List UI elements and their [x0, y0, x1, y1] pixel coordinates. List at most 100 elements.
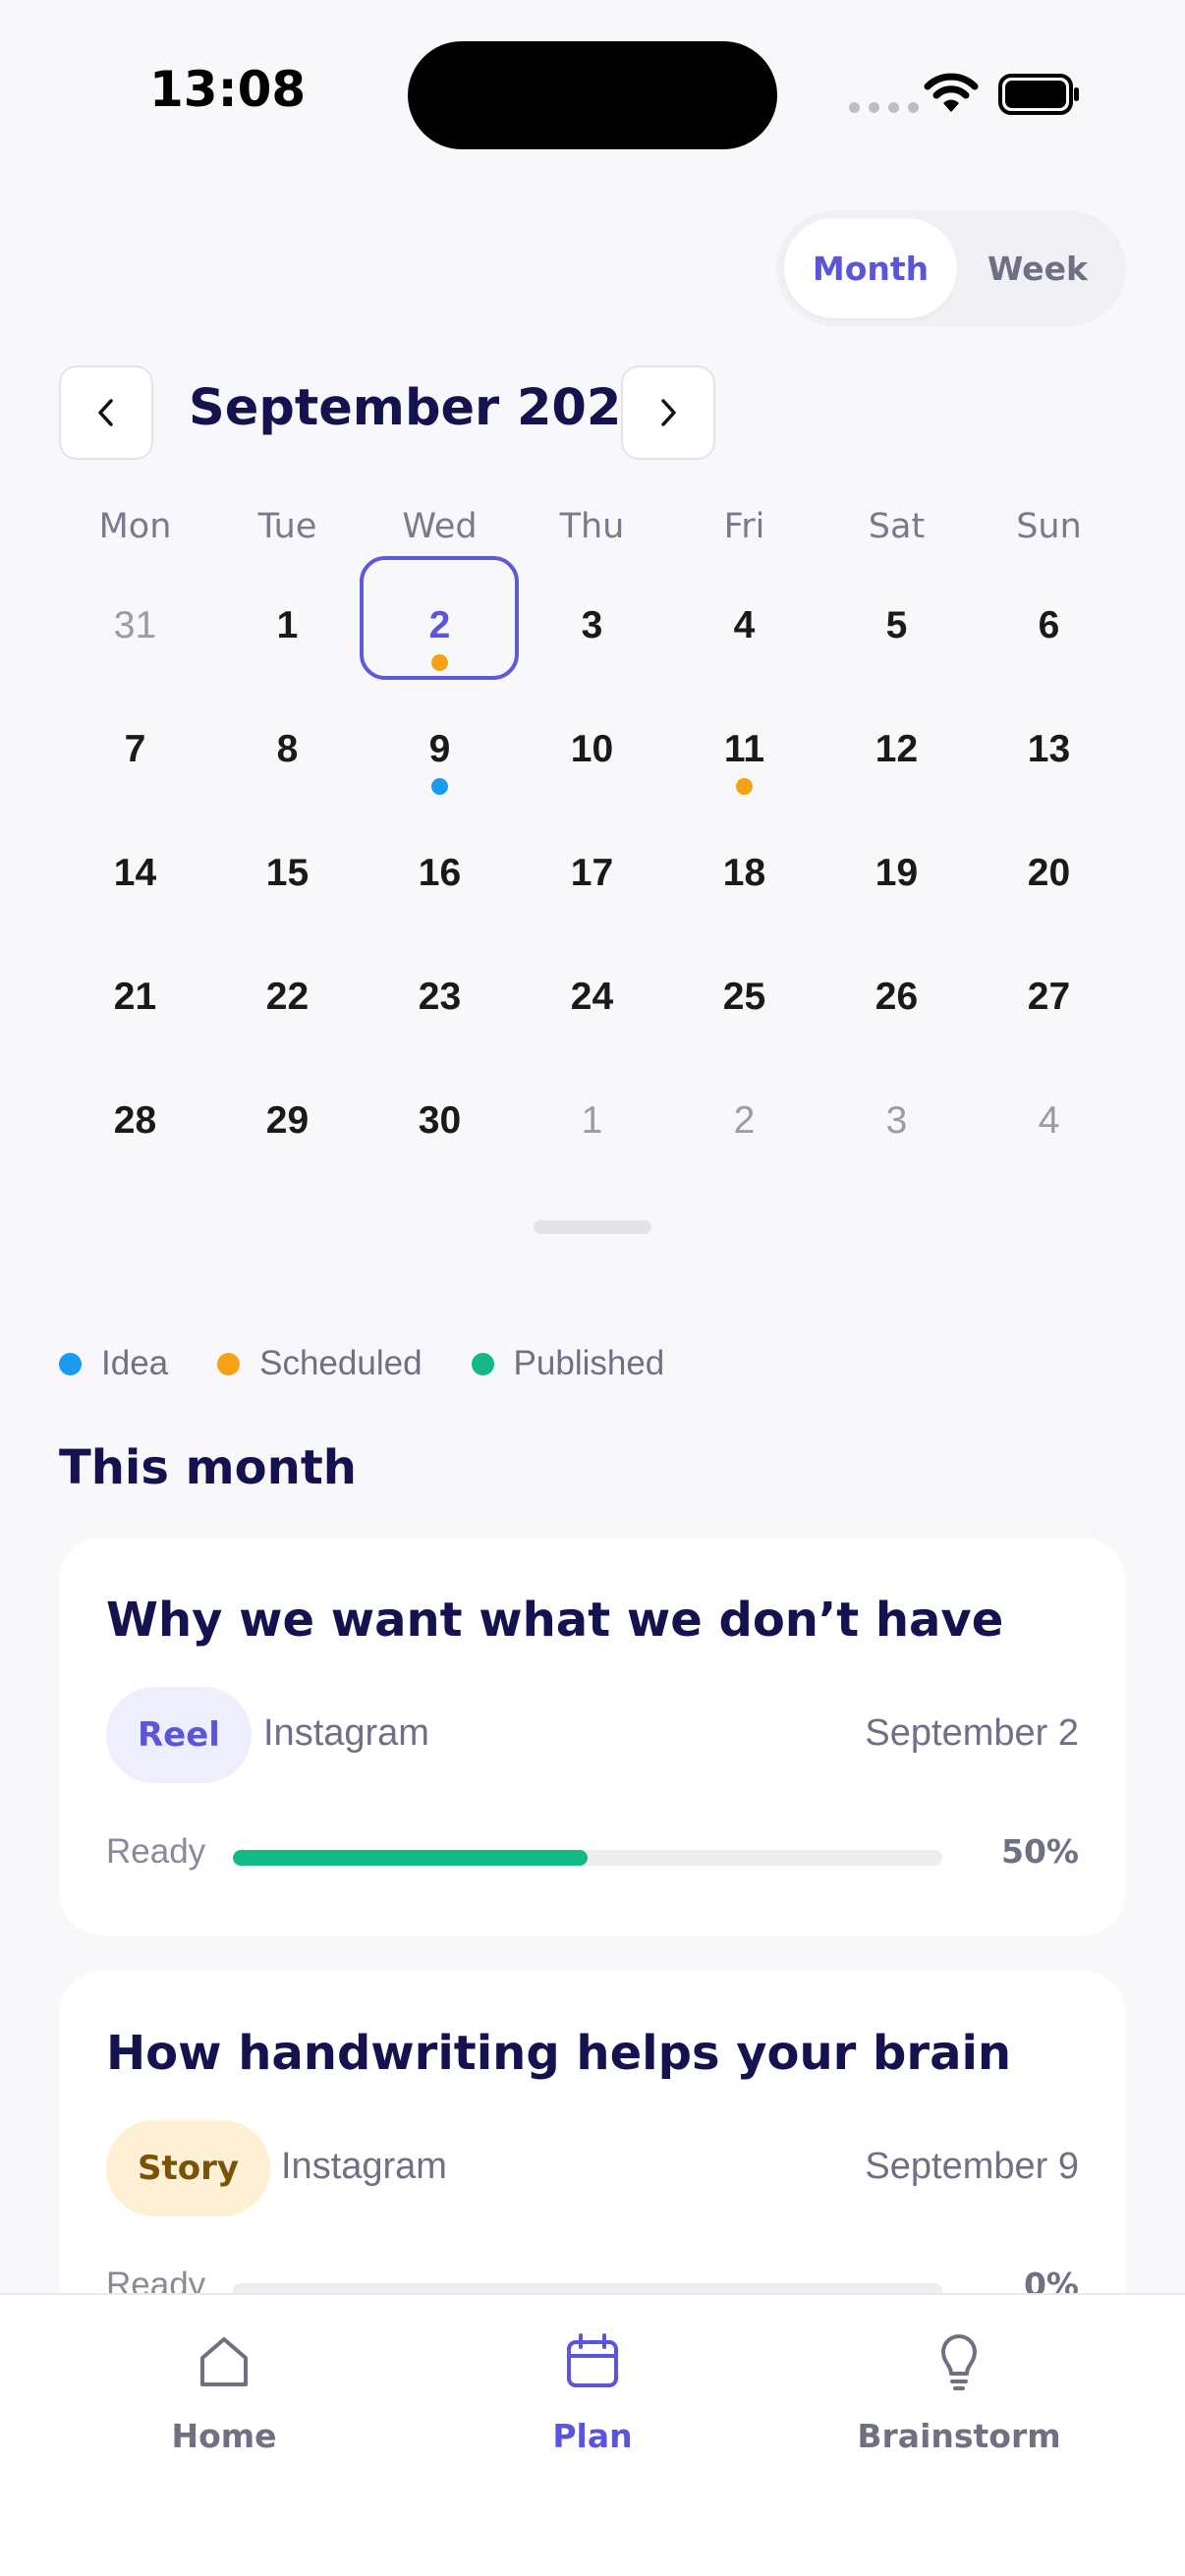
day-number: 17 — [570, 852, 614, 894]
format-tag: Story — [106, 2120, 271, 2216]
calendar-day[interactable]: 26 — [820, 941, 973, 1065]
calendar-day[interactable]: 23 — [364, 941, 516, 1065]
tab-label: Home — [171, 2417, 277, 2455]
weekday-label: Thu — [559, 507, 625, 546]
drag-handle[interactable] — [534, 1220, 651, 1234]
day-number: 9 — [428, 728, 451, 770]
calendar-day[interactable]: 3 — [820, 1065, 973, 1189]
legend-item-published: Published — [471, 1344, 665, 1383]
weekday-label: Fri — [723, 507, 765, 546]
calendar-day[interactable]: 8 — [211, 694, 364, 817]
calendar-day[interactable]: 12 — [820, 694, 973, 817]
calendar-day[interactable]: 28 — [59, 1065, 211, 1189]
chevron-right-icon — [661, 399, 676, 426]
calendar-day[interactable]: 1 — [516, 1065, 668, 1189]
calendar-day[interactable]: 10 — [516, 694, 668, 817]
calendar-day[interactable]: 19 — [820, 817, 973, 941]
calendar-day[interactable]: 2 — [668, 1065, 820, 1189]
day-number: 22 — [265, 976, 310, 1018]
post-platform: Instagram — [263, 1712, 429, 1754]
legend-item-scheduled: Scheduled — [217, 1344, 423, 1383]
weekday-label: Sun — [1016, 507, 1082, 546]
day-number: 23 — [418, 976, 462, 1018]
view-toggle: Month Week — [776, 210, 1126, 326]
status-bar: 13:08 — [0, 0, 1185, 187]
weekday-label: Sat — [868, 507, 926, 546]
tab-label: Brainstorm — [857, 2417, 1061, 2455]
calendar-day[interactable]: 25 — [668, 941, 820, 1065]
day-number: 11 — [723, 728, 765, 770]
day-number: 1 — [276, 604, 299, 646]
calendar-day[interactable]: 3 — [516, 570, 668, 694]
section-title: This month — [59, 1440, 357, 1495]
idea-dot — [431, 778, 448, 795]
tab-home[interactable]: Home — [96, 2330, 352, 2455]
calendar-day[interactable]: 5 — [820, 570, 973, 694]
calendar-day[interactable]: 9 — [364, 694, 516, 817]
day-number: 31 — [113, 604, 157, 646]
day-number: 25 — [722, 976, 766, 1018]
calendar-day[interactable]: 11 — [668, 694, 820, 817]
calendar-day[interactable]: 20 — [973, 817, 1125, 941]
calendar-day[interactable]: 7 — [59, 694, 211, 817]
previous-month-button[interactable] — [59, 365, 153, 460]
calendar-day[interactable]: 4 — [668, 570, 820, 694]
tab-plan[interactable]: Plan — [465, 2330, 720, 2455]
progress-percent: 50% — [1001, 1832, 1079, 1871]
calendar-day[interactable]: 31 — [59, 570, 211, 694]
published-legend-dot — [471, 1352, 494, 1375]
month-title: September 2026 — [189, 379, 656, 437]
battery-icon — [998, 74, 1079, 115]
calendar-icon — [567, 2333, 618, 2387]
calendar-day[interactable]: 17 — [516, 817, 668, 941]
day-number: 29 — [265, 1099, 310, 1142]
weekday-label: Tue — [257, 507, 317, 546]
calendar-day[interactable]: 15 — [211, 817, 364, 941]
status-time: 13:08 — [149, 61, 307, 118]
calendar-day[interactable]: 14 — [59, 817, 211, 941]
tab-brainstorm[interactable]: Brainstorm — [831, 2330, 1087, 2455]
progress-fill — [233, 1850, 588, 1866]
day-number: 4 — [1038, 1099, 1060, 1142]
post-platform: Instagram — [281, 2146, 447, 2187]
calendar-day[interactable]: 16 — [364, 817, 516, 941]
day-number: 10 — [570, 728, 614, 770]
day-number: 30 — [418, 1099, 462, 1142]
calendar-day[interactable]: 6 — [973, 570, 1125, 694]
day-number: 21 — [113, 976, 157, 1018]
chevron-left-icon — [98, 399, 113, 426]
day-number: 12 — [875, 728, 919, 770]
calendar-day[interactable]: 4 — [973, 1065, 1125, 1189]
tab-bar: Home Plan Brainstorm — [0, 2293, 1185, 2576]
day-number: 1 — [581, 1099, 603, 1142]
calendar-day[interactable]: 24 — [516, 941, 668, 1065]
calendar-day[interactable]: 27 — [973, 941, 1125, 1065]
legend-label: Published — [513, 1344, 665, 1382]
day-number: 15 — [265, 852, 310, 894]
weekday-label: Mon — [98, 507, 172, 546]
calendar-day[interactable]: 30 — [364, 1065, 516, 1189]
calendar-day[interactable]: 21 — [59, 941, 211, 1065]
calendar-week-row: 28 29 30 1 2 3 4 — [59, 1065, 1126, 1189]
weekday-label: Wed — [402, 507, 478, 546]
day-number: 14 — [113, 852, 157, 894]
calendar-day[interactable]: 18 — [668, 817, 820, 941]
tab-label: Plan — [552, 2417, 633, 2455]
calendar-day[interactable]: 13 — [973, 694, 1125, 817]
week-view-button[interactable]: Week — [957, 218, 1118, 318]
day-number: 16 — [418, 852, 462, 894]
calendar-week-row: 21 22 23 24 25 26 27 — [59, 941, 1126, 1065]
month-view-button[interactable]: Month — [784, 218, 957, 318]
wifi-icon — [924, 73, 979, 112]
day-number: 28 — [113, 1099, 157, 1142]
next-month-button[interactable] — [621, 365, 715, 460]
lightbulb-icon — [941, 2334, 977, 2390]
calendar-day[interactable]: 29 — [211, 1065, 364, 1189]
post-card[interactable]: Why we want what we don’t have Reel Inst… — [59, 1538, 1126, 1935]
calendar-day[interactable]: 1 — [211, 570, 364, 694]
post-date: September 2 — [865, 1712, 1079, 1754]
day-number: 13 — [1027, 728, 1071, 770]
calendar-day[interactable]: 22 — [211, 941, 364, 1065]
calendar-week-row: 7 8 9 10 11 12 13 — [59, 694, 1126, 817]
day-number: 5 — [885, 604, 908, 646]
